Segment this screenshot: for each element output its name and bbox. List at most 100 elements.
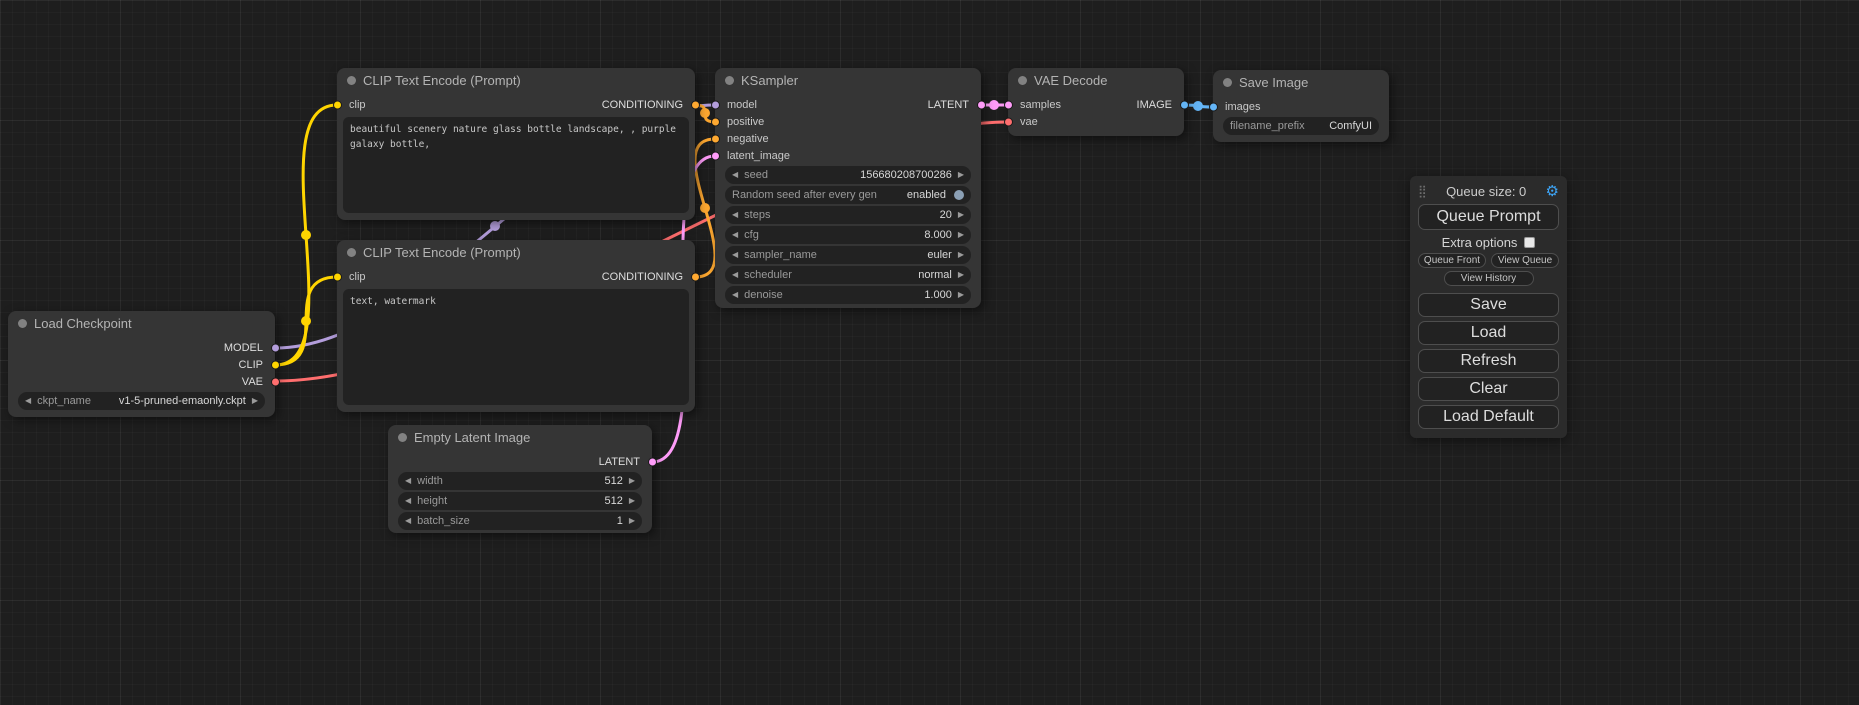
toggle-dot[interactable] bbox=[954, 190, 964, 200]
arrow-left-icon[interactable]: ◀ bbox=[732, 271, 738, 279]
node-header[interactable]: Save Image bbox=[1213, 70, 1389, 94]
image-output-port[interactable] bbox=[1180, 100, 1189, 109]
wire-dot-conditioning-negative bbox=[700, 203, 710, 213]
node-status-dot[interactable] bbox=[398, 433, 407, 442]
clip-input-port[interactable] bbox=[333, 100, 342, 109]
steps-widget[interactable]: ◀ steps 20 ▶ bbox=[725, 206, 971, 224]
arrow-right-icon[interactable]: ▶ bbox=[629, 497, 635, 505]
conditioning-output-port[interactable] bbox=[691, 272, 700, 281]
samples-input-port[interactable] bbox=[1004, 100, 1013, 109]
drag-handle-icon[interactable]: ⣿ bbox=[1418, 184, 1427, 198]
settings-gear-icon[interactable]: ⚙ bbox=[1546, 184, 1559, 199]
arrow-right-icon[interactable]: ▶ bbox=[252, 397, 258, 405]
node-header[interactable]: Empty Latent Image bbox=[388, 425, 652, 449]
clear-button[interactable]: Clear bbox=[1418, 377, 1559, 401]
ckpt-name-widget[interactable]: ◀ ckpt_name v1-5-pruned-emaonly.ckpt ▶ bbox=[18, 392, 265, 410]
arrow-left-icon[interactable]: ◀ bbox=[732, 231, 738, 239]
node-status-dot[interactable] bbox=[347, 248, 356, 257]
node-save-image[interactable]: Save Image images filename_prefix ComfyU… bbox=[1213, 70, 1389, 142]
clip-output-port[interactable] bbox=[271, 360, 280, 369]
save-button[interactable]: Save bbox=[1418, 293, 1559, 317]
denoise-widget[interactable]: ◀ denoise 1.000 ▶ bbox=[725, 286, 971, 304]
view-history-button[interactable]: View History bbox=[1444, 271, 1534, 286]
node-status-dot[interactable] bbox=[1223, 78, 1232, 87]
filename-prefix-widget[interactable]: filename_prefix ComfyUI bbox=[1223, 117, 1379, 135]
refresh-button[interactable]: Refresh bbox=[1418, 349, 1559, 373]
arrow-left-icon[interactable]: ◀ bbox=[405, 497, 411, 505]
latent-output-port[interactable] bbox=[977, 100, 986, 109]
node-status-dot[interactable] bbox=[725, 76, 734, 85]
node-clip-text-encode-positive[interactable]: CLIP Text Encode (Prompt) clip CONDITION… bbox=[337, 68, 695, 220]
output-slot-clip[interactable]: CLIP bbox=[8, 356, 275, 373]
negative-prompt-textarea[interactable]: text, watermark bbox=[343, 289, 689, 405]
arrow-right-icon[interactable]: ▶ bbox=[958, 211, 964, 219]
cfg-widget[interactable]: ◀ cfg 8.000 ▶ bbox=[725, 226, 971, 244]
negative-input-port[interactable] bbox=[711, 134, 720, 143]
view-queue-button[interactable]: View Queue bbox=[1491, 253, 1559, 268]
latent-output-port[interactable] bbox=[648, 457, 657, 466]
node-header[interactable]: Load Checkpoint bbox=[8, 311, 275, 335]
node-load-checkpoint[interactable]: Load Checkpoint MODEL CLIP VAE ◀ ckpt_na… bbox=[8, 311, 275, 417]
clip-input-port[interactable] bbox=[333, 272, 342, 281]
arrow-right-icon[interactable]: ▶ bbox=[958, 291, 964, 299]
output-slot-model[interactable]: MODEL bbox=[8, 339, 275, 356]
arrow-left-icon[interactable]: ◀ bbox=[405, 517, 411, 525]
positive-slot-row: positive bbox=[715, 113, 981, 130]
arrow-right-icon[interactable]: ▶ bbox=[629, 517, 635, 525]
scheduler-widget[interactable]: ◀ scheduler normal ▶ bbox=[725, 266, 971, 284]
clip-slot-row: clip CONDITIONING bbox=[337, 96, 695, 113]
node-status-dot[interactable] bbox=[1018, 76, 1027, 85]
arrow-left-icon[interactable]: ◀ bbox=[732, 251, 738, 259]
latent-image-slot-row: latent_image bbox=[715, 147, 981, 164]
node-graph-canvas[interactable]: Load Checkpoint MODEL CLIP VAE ◀ ckpt_na… bbox=[0, 0, 1859, 705]
arrow-right-icon[interactable]: ▶ bbox=[958, 171, 964, 179]
arrow-right-icon[interactable]: ▶ bbox=[958, 271, 964, 279]
node-empty-latent-image[interactable]: Empty Latent Image LATENT ◀ width 512 ▶ … bbox=[388, 425, 652, 533]
node-vae-decode[interactable]: VAE Decode samples IMAGE vae bbox=[1008, 68, 1184, 136]
conditioning-output-port[interactable] bbox=[691, 100, 700, 109]
sampler-name-widget[interactable]: ◀ sampler_name euler ▶ bbox=[725, 246, 971, 264]
random-seed-toggle-widget[interactable]: Random seed after every gen enabled bbox=[725, 186, 971, 204]
arrow-right-icon[interactable]: ▶ bbox=[629, 477, 635, 485]
node-header[interactable]: VAE Decode bbox=[1008, 68, 1184, 92]
node-ksampler[interactable]: KSampler model LATENT positive negative … bbox=[715, 68, 981, 308]
output-slot-vae[interactable]: VAE bbox=[8, 373, 275, 390]
positive-prompt-textarea[interactable]: beautiful scenery nature glass bottle la… bbox=[343, 117, 689, 213]
seed-widget[interactable]: ◀ seed 156680208700286 ▶ bbox=[725, 166, 971, 184]
queue-front-button[interactable]: Queue Front bbox=[1418, 253, 1486, 268]
height-widget[interactable]: ◀ height 512 ▶ bbox=[398, 492, 642, 510]
queue-prompt-button[interactable]: Queue Prompt bbox=[1418, 204, 1559, 230]
arrow-left-icon[interactable]: ◀ bbox=[732, 211, 738, 219]
load-default-button[interactable]: Load Default bbox=[1418, 405, 1559, 429]
node-title: CLIP Text Encode (Prompt) bbox=[363, 73, 521, 88]
node-title: Save Image bbox=[1239, 75, 1308, 90]
batch-size-widget[interactable]: ◀ batch_size 1 ▶ bbox=[398, 512, 642, 530]
vae-output-port[interactable] bbox=[271, 377, 280, 386]
arrow-right-icon[interactable]: ▶ bbox=[958, 231, 964, 239]
output-slot-latent[interactable]: LATENT bbox=[388, 453, 652, 470]
extra-options-checkbox[interactable] bbox=[1524, 237, 1535, 248]
images-input-port[interactable] bbox=[1209, 102, 1218, 111]
model-input-port[interactable] bbox=[711, 100, 720, 109]
node-clip-text-encode-negative[interactable]: CLIP Text Encode (Prompt) clip CONDITION… bbox=[337, 240, 695, 412]
node-status-dot[interactable] bbox=[347, 76, 356, 85]
arrow-left-icon[interactable]: ◀ bbox=[732, 171, 738, 179]
arrow-right-icon[interactable]: ▶ bbox=[958, 251, 964, 259]
width-widget[interactable]: ◀ width 512 ▶ bbox=[398, 472, 642, 490]
latent-image-input-port[interactable] bbox=[711, 151, 720, 160]
wire-dot-clip-positive bbox=[301, 230, 311, 240]
node-header[interactable]: CLIP Text Encode (Prompt) bbox=[337, 68, 695, 92]
arrow-left-icon[interactable]: ◀ bbox=[405, 477, 411, 485]
node-header[interactable]: KSampler bbox=[715, 68, 981, 92]
node-title: KSampler bbox=[741, 73, 798, 88]
node-header[interactable]: CLIP Text Encode (Prompt) bbox=[337, 240, 695, 264]
arrow-left-icon[interactable]: ◀ bbox=[25, 397, 31, 405]
wire-dot-conditioning-positive bbox=[700, 108, 710, 118]
arrow-left-icon[interactable]: ◀ bbox=[732, 291, 738, 299]
vae-input-port[interactable] bbox=[1004, 117, 1013, 126]
positive-input-port[interactable] bbox=[711, 117, 720, 126]
wire-dot-latent-ksampler bbox=[989, 100, 999, 110]
model-output-port[interactable] bbox=[271, 343, 280, 352]
node-status-dot[interactable] bbox=[18, 319, 27, 328]
load-button[interactable]: Load bbox=[1418, 321, 1559, 345]
